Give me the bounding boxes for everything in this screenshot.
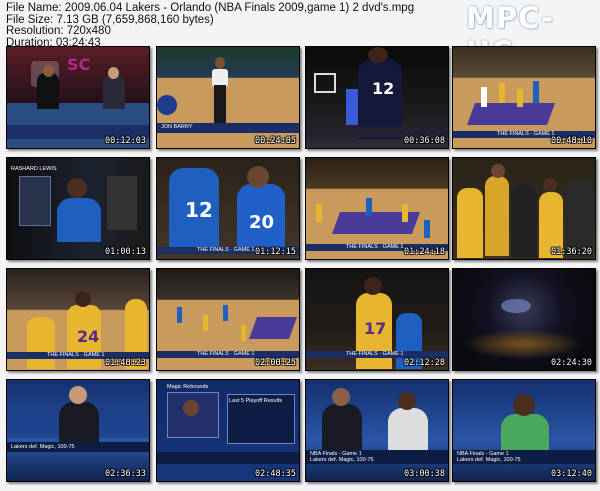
scoreboard-text: THE FINALS · GAME 1 [346, 244, 404, 250]
timestamp: 02:48:35 [255, 469, 296, 479]
thumbnail-10[interactable]: THE FINALS · GAME 1 02:00:25 [156, 268, 300, 371]
thumbnail-12[interactable]: 02:24:30 [452, 268, 596, 371]
thumbnail-5[interactable]: RASHARD LEWIS 01:00:13 [6, 157, 150, 260]
timestamp: 02:36:33 [105, 469, 146, 479]
lower-third-subtext: Lakers def. Magic, 100-75 [457, 457, 521, 463]
timestamp: 00:12:03 [105, 136, 146, 146]
scoreboard-text: THE FINALS · GAME 1 [47, 352, 105, 358]
timestamp: 02:00:25 [255, 358, 296, 368]
timestamp: 03:12:40 [551, 469, 592, 479]
thumbnail-15[interactable]: NBA Finals - Game 1 Lakers def. Magic, 1… [305, 379, 449, 482]
thumbnail-3[interactable]: 12 00:36:08 [305, 46, 449, 149]
player-name-text: RASHARD LEWIS [11, 166, 57, 172]
scoreboard-text: THE FINALS · GAME 1 [346, 351, 404, 357]
thumbnail-6[interactable]: 12 20 THE FINALS · GAME 1 01:12:15 [156, 157, 300, 260]
timestamp: 01:00:13 [105, 247, 146, 257]
thumbnail-8[interactable]: 01:36:20 [452, 157, 596, 260]
scoreboard-text: THE FINALS · GAME 1 [497, 131, 555, 137]
timestamp: 03:00:38 [404, 469, 445, 479]
timestamp: 00:36:08 [404, 136, 445, 146]
file-name-text: File Name: 2009.06.04 Lakers - Orlando (… [6, 2, 415, 14]
timestamp: 01:12:15 [255, 247, 296, 257]
lower-third-text: Lakers def. Magic, 100-75 [11, 444, 75, 450]
file-info: File Name: 2009.06.04 Lakers - Orlando (… [6, 2, 415, 49]
lower-third-subtext: Lakers def. Magic, 100-75 [310, 457, 374, 463]
timestamp: 01:48:23 [105, 358, 146, 368]
thumbnail-7[interactable]: THE FINALS · GAME 1 01:24:18 [305, 157, 449, 260]
graphic-subtitle-text: Last 5 Playoff Results [229, 398, 283, 404]
thumbnail-14[interactable]: Magic Rebounds Last 5 Playoff Results 02… [156, 379, 300, 482]
thumbnail-11[interactable]: 17 THE FINALS · GAME 1 02:12:28 [305, 268, 449, 371]
thumbnail-9[interactable]: 24 THE FINALS · GAME 1 01:48:23 [6, 268, 150, 371]
thumbnail-13[interactable]: Lakers def. Magic, 100-75 02:36:33 [6, 379, 150, 482]
thumbnail-2[interactable]: JON BARRY 00:24:05 [156, 46, 300, 149]
graphic-title-text: Magic Rebounds [167, 384, 209, 390]
lower-third-text: JON BARRY [161, 124, 193, 130]
thumbnail-1[interactable]: SC 00:12:03 [6, 46, 150, 149]
timestamp: 01:24:18 [404, 247, 445, 257]
timestamp: 02:12:28 [404, 358, 445, 368]
scoreboard-text: THE FINALS · GAME 1 [197, 247, 255, 253]
timestamp: 00:24:05 [255, 136, 296, 146]
scoreboard-text: THE FINALS · GAME 1 [197, 351, 255, 357]
timestamp: 01:36:20 [551, 247, 592, 257]
thumbnail-4[interactable]: THE FINALS · GAME 1 00:48:10 [452, 46, 596, 149]
timestamp: 00:48:10 [551, 136, 592, 146]
timestamp: 02:24:30 [551, 358, 592, 368]
thumbnail-16[interactable]: NBA Finals - Game 1 Lakers def. Magic, 1… [452, 379, 596, 482]
